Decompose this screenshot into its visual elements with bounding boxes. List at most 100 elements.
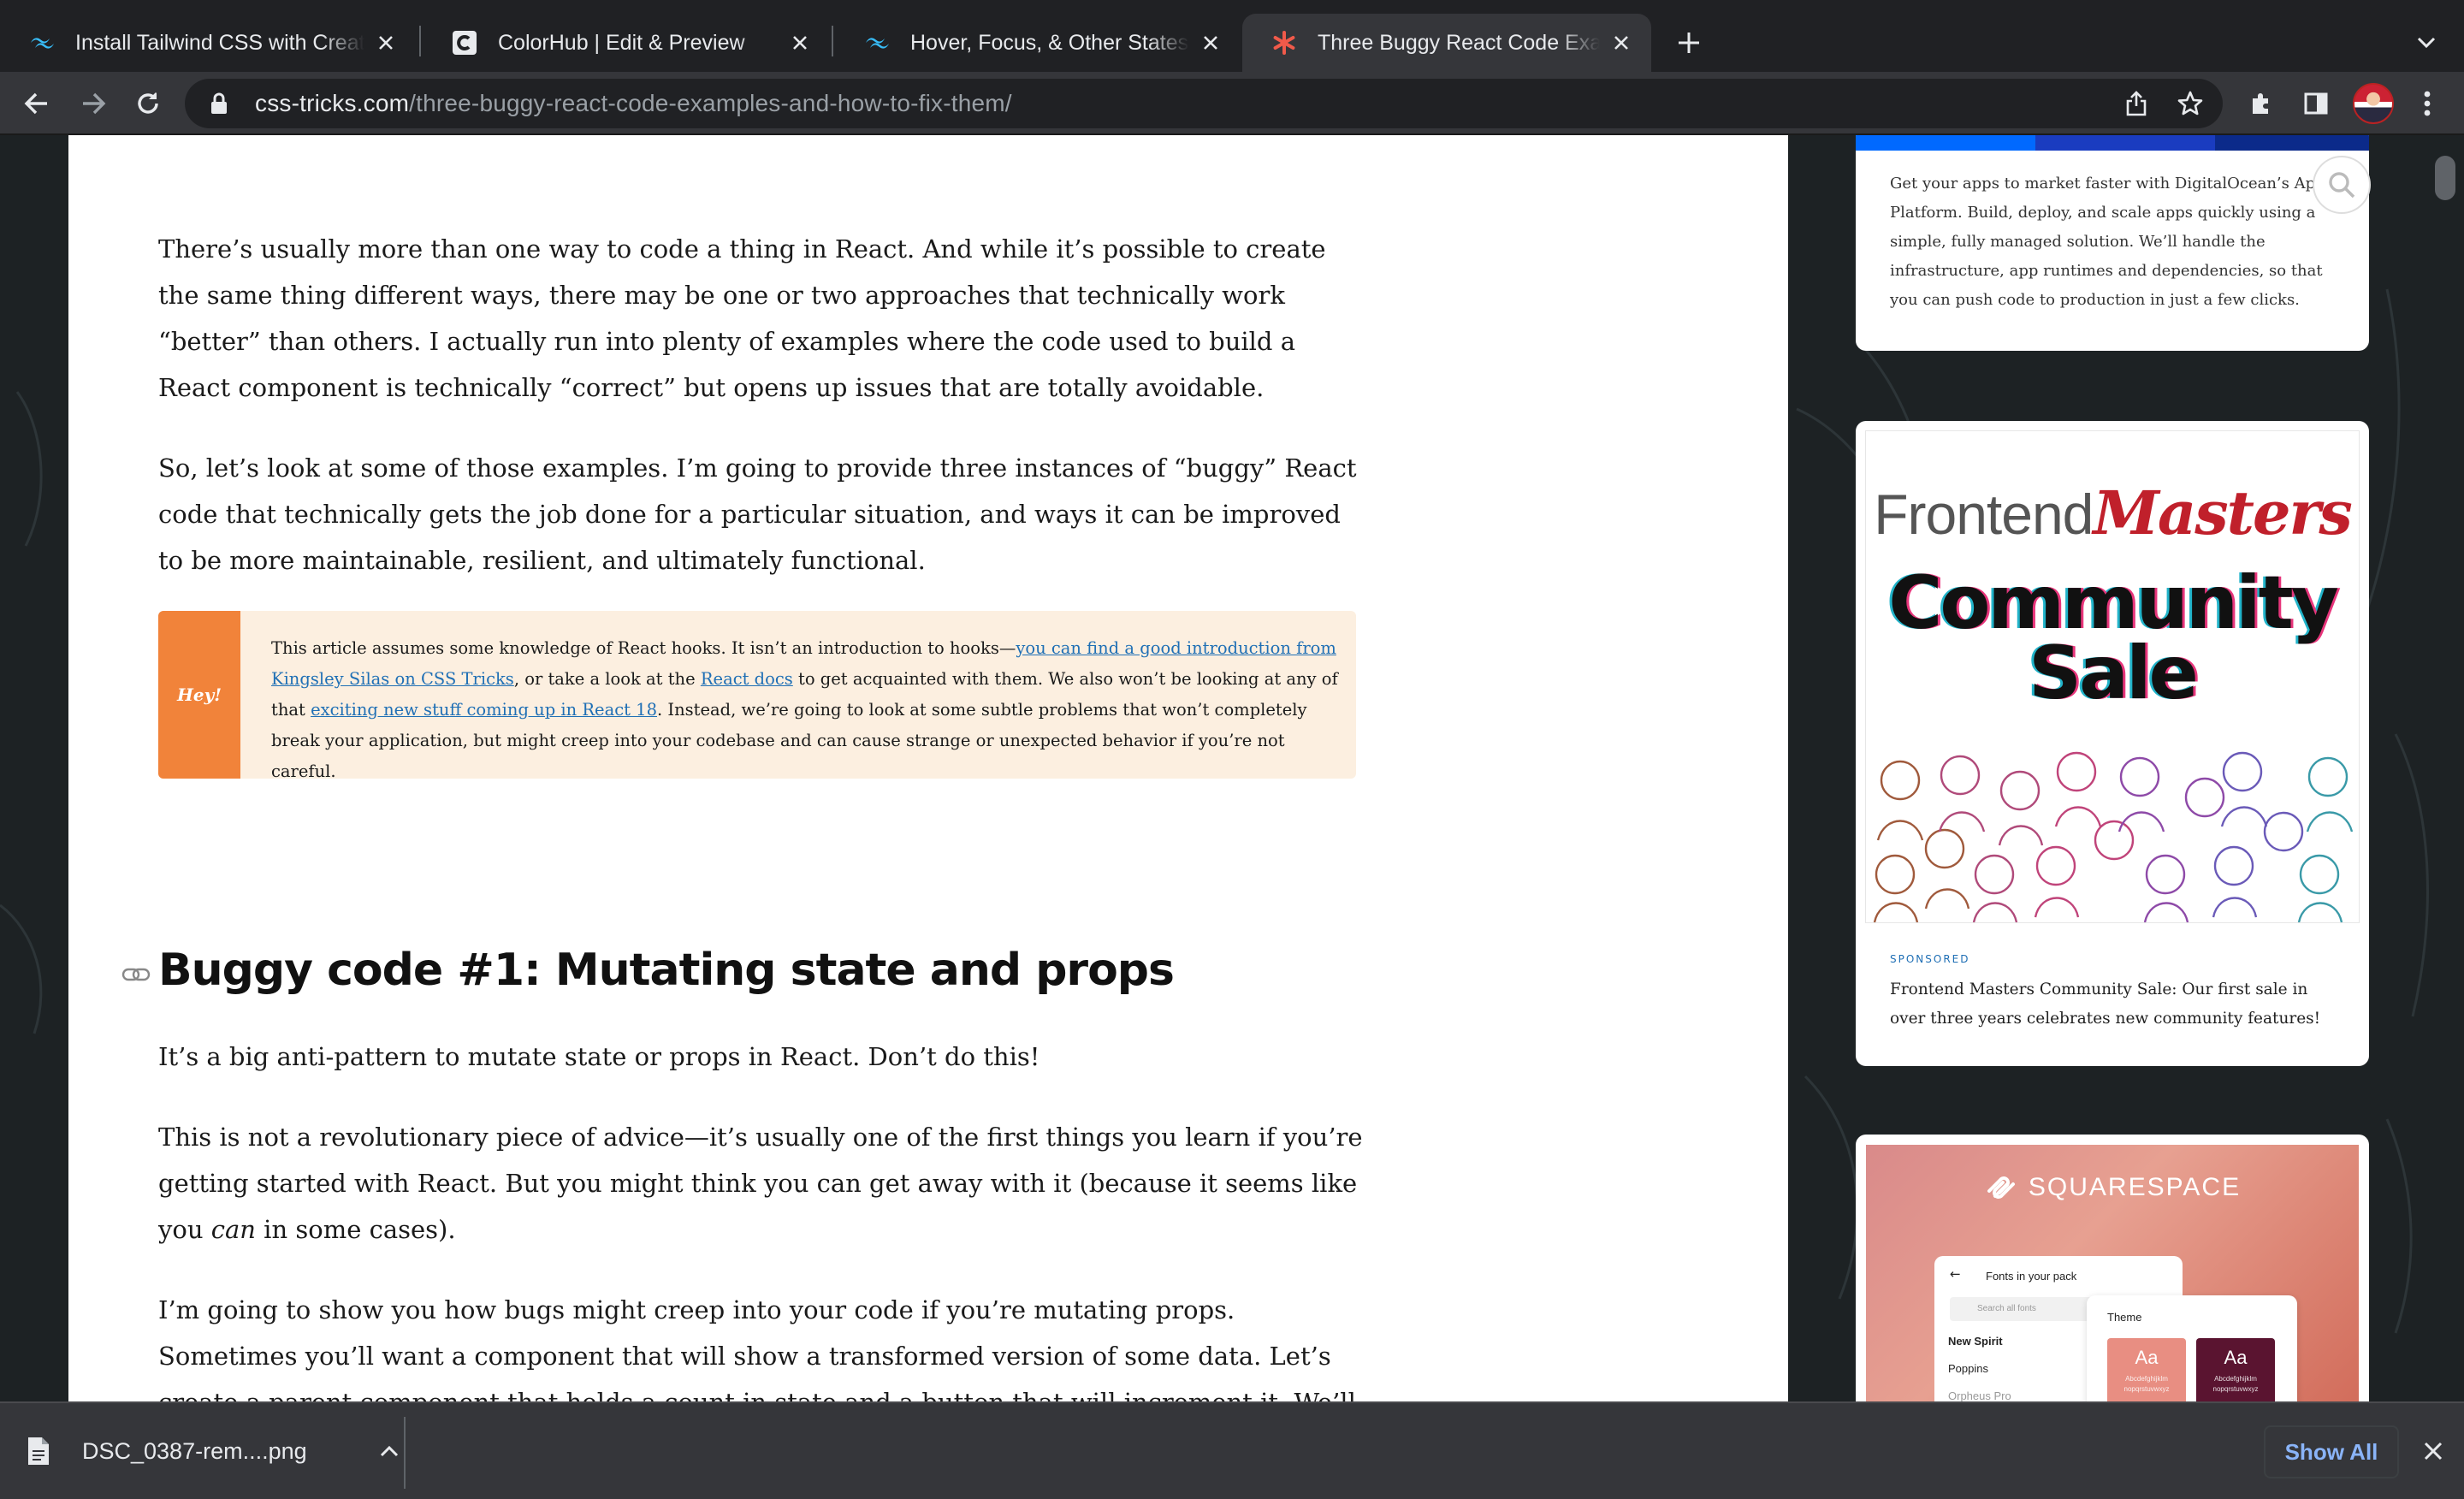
arrow-right-icon: [83, 92, 106, 115]
theme-panel-title: Theme: [2107, 1311, 2142, 1324]
download-separator: [404, 1417, 406, 1489]
reload-button[interactable]: [125, 80, 171, 127]
theme-panel: Theme Aa Abcdefghijklm nopqrstuvwxyz Aa …: [2087, 1295, 2297, 1401]
extensions-button[interactable]: [2238, 80, 2284, 127]
squarespace-icon: [1987, 1176, 2015, 1199]
logo-frontend: Frontend: [1874, 483, 2094, 546]
download-item[interactable]: DSC_0387-rem....png: [26, 1424, 402, 1478]
tab-title: Install Tailwind CSS with Create React A…: [75, 30, 364, 55]
squarespace-wordmark: SQUARESPACE: [2028, 1173, 2242, 1201]
chevron-down-icon: [2417, 37, 2436, 49]
close-icon[interactable]: [1608, 30, 1634, 56]
side-panel-icon: [2304, 92, 2328, 115]
swatch-sample: Abcdefghijklm nopqrstuvwxyz: [2212, 1375, 2259, 1393]
url-host: css-tricks.com: [255, 90, 410, 116]
paragraph-advice-em: can: [210, 1215, 256, 1244]
close-icon[interactable]: [373, 30, 399, 56]
new-tab-button[interactable]: [1670, 24, 1708, 62]
url-path: /three-buggy-react-code-examples-and-how…: [409, 90, 1012, 116]
ad-headline: Community Sale: [1866, 560, 2359, 716]
puzzle-icon: [2253, 93, 2268, 114]
close-icon: [2424, 1442, 2443, 1460]
squarespace-logo: SQUARESPACE: [1866, 1172, 2359, 1203]
forward-button[interactable]: [70, 80, 116, 127]
digitalocean-ad-card[interactable]: Get your apps to market faster with Digi…: [1856, 135, 2369, 351]
ad-image[interactable]: SQUARESPACE ← Fonts in your pack Search …: [1866, 1145, 2359, 1401]
tab-three-buggy-react[interactable]: Three Buggy React Code Examples: [1242, 14, 1651, 72]
paragraph-examples: So, let’s look at some of those examples…: [158, 453, 1357, 575]
frontend-masters-ad-card[interactable]: FrontendMasters Community Sale SPONSORED …: [1856, 421, 2369, 1066]
tab-strip: Install Tailwind CSS with Create React A…: [0, 0, 2464, 72]
arrow-left-icon: ←: [1950, 1266, 1961, 1282]
ad-caption[interactable]: Frontend Masters Community Sale: Our fir…: [1890, 975, 2343, 1034]
tailwind-icon: [864, 30, 890, 56]
callout-text-2: , or take a look at the: [513, 669, 701, 689]
people-illustration: [1873, 751, 2354, 922]
css-tricks-star-icon: [1271, 30, 1297, 56]
reload-icon: [138, 92, 158, 114]
callout-tag: Hey!: [158, 611, 240, 779]
download-file-name: DSC_0387-rem....png: [82, 1437, 307, 1464]
paragraph-props: I’m going to show you how bugs might cre…: [158, 1295, 1356, 1401]
frontend-masters-logo: FrontendMasters: [1866, 477, 2359, 548]
font-item: New Spirit: [1948, 1335, 2003, 1348]
paragraph-intro: There’s usually more than one way to cod…: [158, 234, 1326, 402]
paragraph-advice: This is not a revolutionary piece of adv…: [158, 1114, 1365, 1253]
address-bar[interactable]: css-tricks.com/three-buggy-react-code-ex…: [185, 79, 2223, 128]
section-heading: Buggy code #1: Mutating state and props: [158, 945, 1175, 996]
share-icon[interactable]: [2118, 86, 2154, 121]
tab-install-tailwind[interactable]: Install Tailwind CSS with Create React A…: [0, 14, 416, 72]
tailwind-icon: [29, 30, 55, 56]
swatch-label: Aa: [2224, 1347, 2248, 1368]
paragraph-antipattern: It’s a big anti-pattern to mutate state …: [158, 1042, 1040, 1071]
menu-button[interactable]: [2404, 80, 2450, 127]
tab-title: Three Buggy React Code Examples: [1318, 30, 1600, 55]
search-button[interactable]: [2314, 157, 2369, 212]
heading-link-icon[interactable]: [121, 962, 151, 987]
sponsored-label: SPONSORED: [1890, 953, 1970, 965]
paragraph-advice-b: in some cases).: [255, 1215, 456, 1244]
back-button[interactable]: [14, 80, 60, 127]
tab-title: Hover, Focus, & Other States - Tailwind …: [910, 30, 1189, 55]
headline-sale: Sale: [2029, 631, 2199, 716]
squarespace-ad-card[interactable]: SQUARESPACE ← Fonts in your pack Search …: [1856, 1135, 2369, 1401]
kebab-menu-icon: [2424, 91, 2431, 116]
fonts-panel-title: Fonts in your pack: [1986, 1270, 2077, 1283]
font-item: Poppins: [1948, 1362, 1988, 1375]
file-icon: [28, 1437, 49, 1465]
profile-avatar[interactable]: [2353, 83, 2394, 124]
close-download-bar-button[interactable]: [2418, 1436, 2449, 1466]
tab-search-button[interactable]: [2409, 26, 2443, 60]
callout-text: This article assumes some knowledge of R…: [271, 633, 1341, 779]
theme-swatch: Aa Abcdefghijklm nopqrstuvwxyz: [2196, 1338, 2275, 1401]
ad-image[interactable]: FrontendMasters Community Sale: [1866, 431, 2359, 922]
tab-hover-focus[interactable]: Hover, Focus, & Other States - Tailwind …: [835, 14, 1241, 72]
download-bar: DSC_0387-rem....png Show All: [0, 1401, 2464, 1499]
swatch-sample: Abcdefghijklm nopqrstuvwxyz: [2123, 1375, 2170, 1393]
headline-community: Community: [1888, 560, 2339, 646]
search-icon: [2329, 172, 2355, 198]
scrollbar-thumb[interactable]: [2435, 156, 2455, 200]
browser-toolbar: css-tricks.com/three-buggy-react-code-ex…: [0, 72, 2464, 135]
swatch-label: Aa: [2135, 1347, 2159, 1368]
url-text: css-tricks.com/three-buggy-react-code-ex…: [255, 90, 1012, 117]
close-icon[interactable]: [787, 30, 813, 56]
bookmark-star-icon[interactable]: [2172, 86, 2208, 121]
close-icon[interactable]: [1198, 30, 1223, 56]
show-all-button[interactable]: Show All: [2264, 1425, 2399, 1478]
lock-icon[interactable]: [204, 88, 234, 119]
callout-text-1: This article assumes some knowledge of R…: [271, 638, 1016, 658]
plus-icon: [1679, 33, 1699, 53]
tab-colorhub[interactable]: ColorHub | Edit & Preview: [423, 14, 830, 72]
page-viewport: There’s usually more than one way to cod…: [0, 135, 2464, 1401]
font-item: Orpheus Pro: [1948, 1389, 2011, 1401]
link-react-18[interactable]: exciting new stuff coming up in React 18: [311, 700, 657, 720]
arrow-left-icon: [24, 92, 47, 115]
theme-swatch: Aa Abcdefghijklm nopqrstuvwxyz: [2107, 1338, 2186, 1401]
ad-description: Get your apps to market faster with Digi…: [1890, 175, 2325, 309]
callout-box: Hey! This article assumes some knowledge…: [158, 611, 1356, 779]
side-panel-button[interactable]: [2293, 80, 2339, 127]
article: There’s usually more than one way to cod…: [68, 135, 1788, 1401]
link-react-docs[interactable]: React docs: [701, 669, 793, 689]
chevron-up-icon[interactable]: [376, 1438, 402, 1464]
